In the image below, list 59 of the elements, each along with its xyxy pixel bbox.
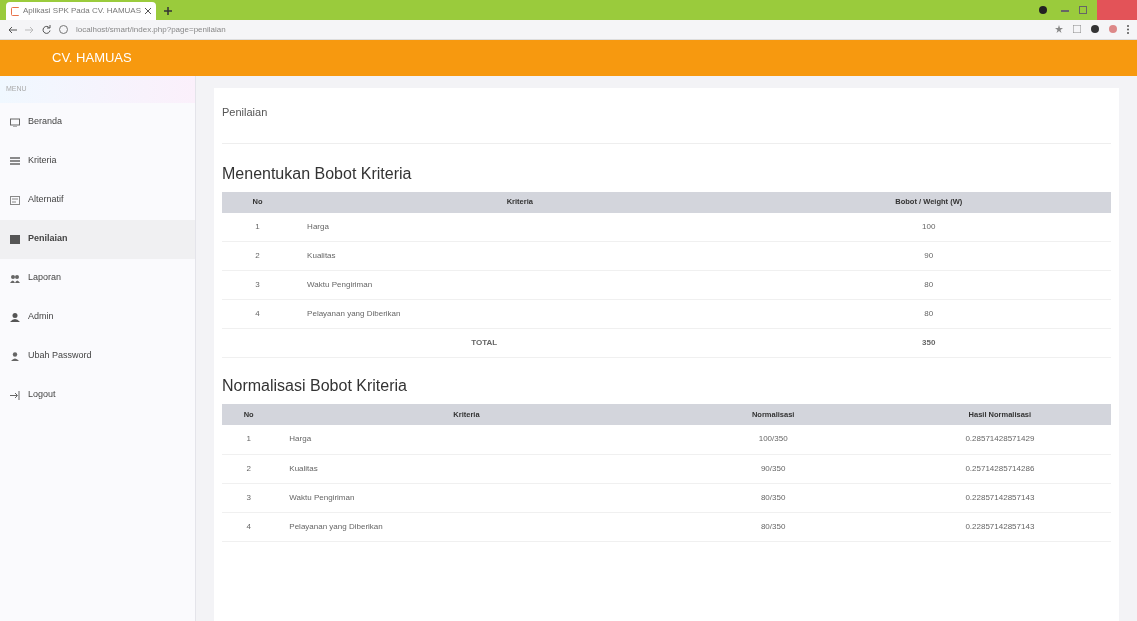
- sidebar-item[interactable]: Penilaian: [0, 219, 195, 259]
- monitor-icon: [10, 117, 20, 127]
- total-value: 350: [746, 328, 1111, 358]
- close-icon[interactable]: [145, 8, 151, 14]
- person-icon: [10, 351, 20, 361]
- table-cell: 0.28571428571429: [888, 425, 1111, 454]
- table-cell: 80/350: [657, 512, 889, 541]
- grid-icon: [10, 234, 20, 244]
- list-icon: [10, 156, 20, 166]
- table-cell: 4: [222, 299, 294, 329]
- logout-icon: [10, 390, 20, 400]
- table-cell: 90/350: [657, 454, 889, 483]
- table-cell: 100/350: [657, 425, 889, 454]
- table-cell: Kualitas: [293, 241, 747, 271]
- sidebar-item[interactable]: Laporan: [0, 258, 195, 298]
- table-cell: Waktu Pengiriman: [275, 483, 658, 512]
- people-icon: [10, 273, 20, 283]
- table-cell: 1: [222, 425, 276, 454]
- sidebar-item[interactable]: Kriteria: [0, 141, 195, 181]
- table-cell: 3: [222, 270, 294, 300]
- table-cell: 0.22857142857143: [888, 483, 1111, 512]
- back-icon[interactable]: [8, 25, 17, 34]
- table-cell: Waktu Pengiriman: [293, 270, 747, 300]
- reload-icon[interactable]: [42, 25, 51, 34]
- table-cell: 4: [222, 512, 276, 541]
- url-field[interactable]: localhost/smart/index.php?page=penilaian: [76, 23, 226, 36]
- table-cell: Kualitas: [275, 454, 658, 483]
- table-cell: 90: [746, 241, 1111, 271]
- page-title: Penilaian: [222, 104, 1111, 144]
- browser-tab[interactable]: Aplikasi SPK Pada CV. HAMUAS: [6, 2, 156, 20]
- table-cell: 80: [746, 270, 1111, 300]
- sidebar-item[interactable]: Ubah Password: [0, 336, 195, 376]
- sidebar-item[interactable]: Logout: [0, 375, 195, 415]
- person-icon: [10, 312, 20, 322]
- table-cell: Harga: [275, 425, 658, 454]
- maximize-icon[interactable]: [1079, 6, 1087, 14]
- table-cell: 1: [222, 212, 294, 242]
- section-title: Menentukan Bobot Kriteria: [222, 163, 413, 184]
- favicon-icon: [11, 6, 19, 16]
- table-cell: Pelayanan yang Diberikan: [293, 299, 747, 329]
- sidebar-item[interactable]: Admin: [0, 297, 195, 337]
- table-cell: Harga: [293, 212, 747, 242]
- table-cell: 0.25714285714286: [888, 454, 1111, 483]
- table-cell: 2: [222, 241, 294, 271]
- table-cell: 0.22857142857143: [888, 512, 1111, 541]
- star-icon[interactable]: [1055, 25, 1063, 33]
- table-cell: 3: [222, 483, 276, 512]
- table-cell: Pelayanan yang Diberikan: [275, 512, 658, 541]
- table-cell: 80: [746, 299, 1111, 329]
- sidebar-item[interactable]: Beranda: [0, 102, 195, 142]
- new-tab-icon[interactable]: [164, 7, 172, 15]
- form-icon: [10, 195, 20, 205]
- table-cell: 2: [222, 454, 276, 483]
- profile-icon[interactable]: [1039, 6, 1047, 14]
- table-cell: 80/350: [657, 483, 889, 512]
- total-label: TOTAL: [222, 328, 747, 358]
- section-title: Normalisasi Bobot Kriteria: [222, 376, 408, 396]
- sidebar-item[interactable]: Alternatif: [0, 180, 195, 220]
- table-cell: 100: [746, 212, 1111, 242]
